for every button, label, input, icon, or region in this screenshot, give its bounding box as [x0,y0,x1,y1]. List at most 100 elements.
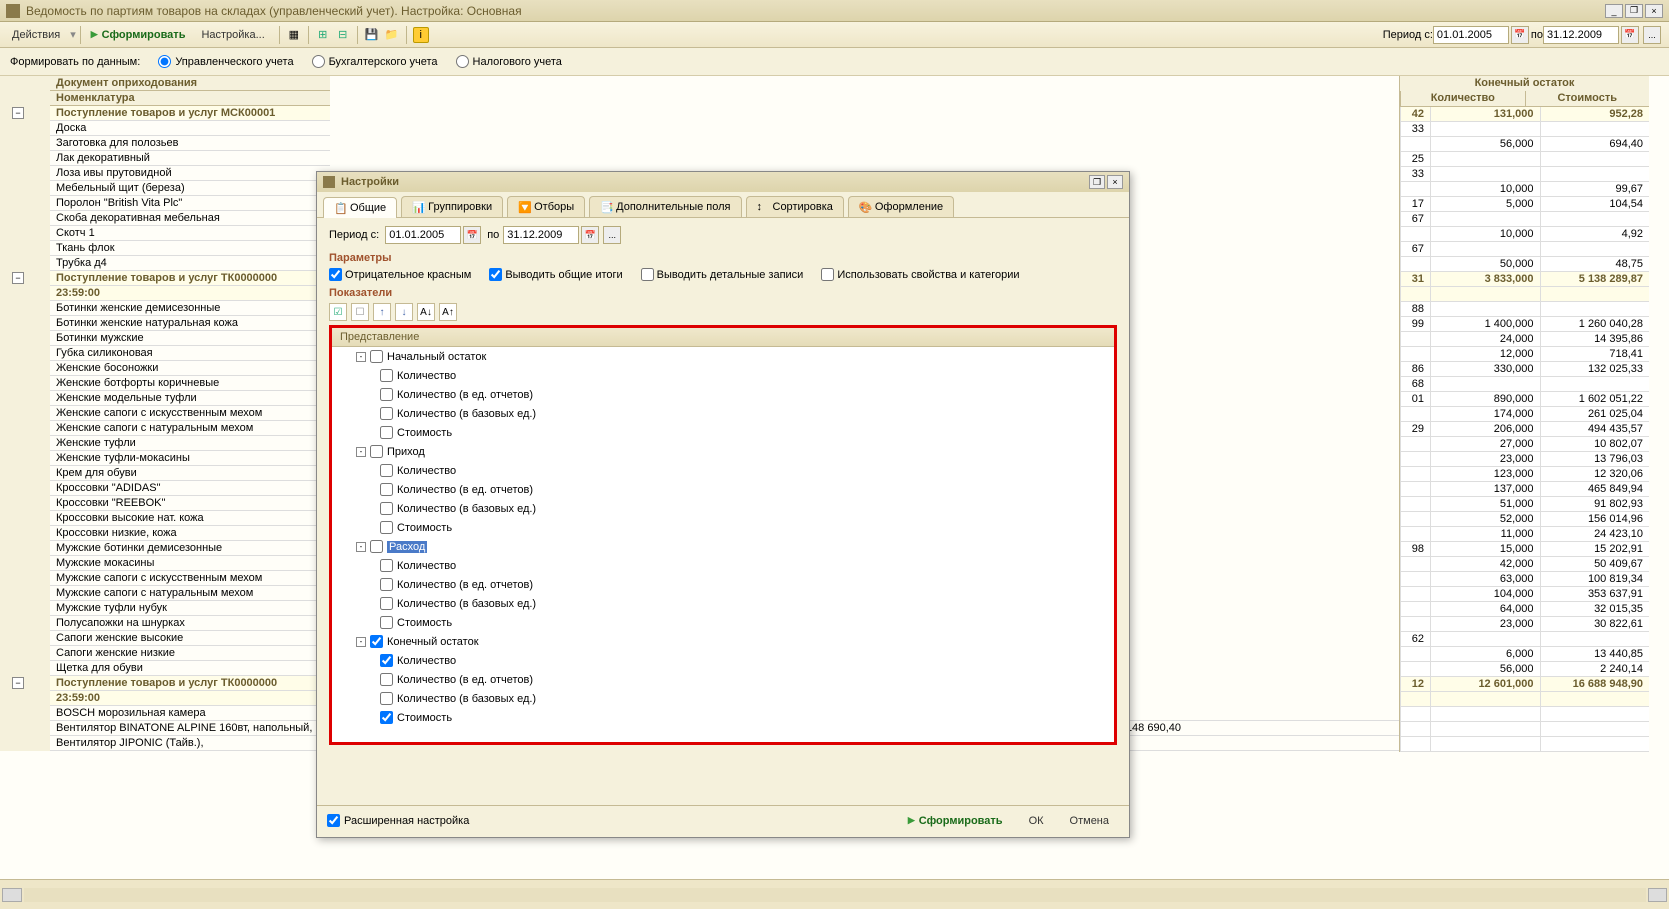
tree-checkbox[interactable] [380,559,393,572]
name-row[interactable]: Ботинки женские демисезонные [50,301,330,316]
name-row[interactable]: Доска [50,121,330,136]
advanced-checkbox[interactable]: Расширенная настройка [327,814,469,827]
tree-node-19[interactable]: Стоимость [332,708,1114,727]
tree-node-2[interactable]: Количество (в ед. отчетов) [332,385,1114,404]
param-1[interactable]: Выводить общие итоги [489,268,622,281]
name-row[interactable]: Ботинки мужские [50,331,330,346]
name-row[interactable]: Вентилятор BINATONE ALPINE 160вт, наполь… [50,721,330,736]
tree-toggle-icon[interactable]: - [356,352,366,362]
name-row[interactable]: Женские ботфорты коричневые [50,376,330,391]
period-ellipsis-button[interactable]: ... [1643,26,1661,44]
tab-4[interactable]: ↕Сортировка [746,196,844,217]
actions-menu[interactable]: Действия [6,27,66,43]
outline-toggle[interactable]: − [12,107,24,119]
scroll-left-icon[interactable] [2,888,22,902]
dialog-close-button[interactable]: × [1107,175,1123,189]
radio-tax[interactable]: Налогового учета [456,55,562,68]
tree-checkbox[interactable] [380,483,393,496]
param-3[interactable]: Использовать свойства и категории [821,268,1019,281]
name-row[interactable]: Поступление товаров и услуг ТК0000000 [50,271,330,286]
dialog-cancel-button[interactable]: Отмена [1060,813,1119,829]
tree-node-3[interactable]: Количество (в базовых ед.) [332,404,1114,423]
tree-checkbox[interactable] [380,654,393,667]
name-row[interactable]: Скотч 1 [50,226,330,241]
tree-checkbox[interactable] [380,711,393,724]
move-up-icon[interactable]: ↑ [373,303,391,321]
tree-checkbox[interactable] [380,597,393,610]
tree-checkbox[interactable] [370,445,383,458]
tree-checkbox[interactable] [380,578,393,591]
tree-node-18[interactable]: Количество (в базовых ед.) [332,689,1114,708]
name-row[interactable]: Сапоги женские низкие [50,646,330,661]
tree-checkbox[interactable] [380,502,393,515]
tree-node-11[interactable]: Количество [332,556,1114,575]
name-row[interactable]: Поролон "British Vita Plc" [50,196,330,211]
name-row[interactable]: Лак декоративный [50,151,330,166]
dialog-form-button[interactable]: Сформировать [898,813,1013,829]
uncheck-all-icon[interactable]: ☐ [351,303,369,321]
date-to-input[interactable] [1543,26,1619,44]
name-row[interactable]: Мужские мокасины [50,556,330,571]
name-row[interactable]: Женские туфли [50,436,330,451]
radio-accounting[interactable]: Бухгалтерского учета [312,55,438,68]
date-from-input[interactable] [1433,26,1509,44]
tree-toggle-icon[interactable]: - [356,542,366,552]
name-row[interactable]: Заготовка для полозьев [50,136,330,151]
tree-node-8[interactable]: Количество (в базовых ед.) [332,499,1114,518]
dialog-date-from[interactable] [385,226,461,244]
name-row[interactable]: Мебельный щит (береза) [50,181,330,196]
close-button[interactable]: × [1645,4,1663,18]
collapse-icon[interactable]: ⊟ [335,27,351,43]
name-row[interactable]: Мужские сапоги с искусственным мехом [50,571,330,586]
tree-node-4[interactable]: Стоимость [332,423,1114,442]
param-0[interactable]: Отрицательное красным [329,268,471,281]
name-row[interactable]: Кроссовки "REEBOK" [50,496,330,511]
tree-node-1[interactable]: Количество [332,366,1114,385]
name-row[interactable]: Женские сапоги с искусственным мехом [50,406,330,421]
tree-toggle-icon[interactable]: - [356,447,366,457]
dialog-restore-button[interactable]: ❐ [1089,175,1105,189]
outline-toggle[interactable]: − [12,272,24,284]
outline-toggle[interactable]: − [12,677,24,689]
sort-desc-icon[interactable]: A↑ [439,303,457,321]
name-row[interactable]: Щетка для обуви [50,661,330,676]
calendar-to-button[interactable]: 📅 [1621,26,1639,44]
name-row[interactable]: BOSCH морозильная камера [50,706,330,721]
dialog-cal-from[interactable]: 📅 [463,226,481,244]
name-row[interactable]: Трубка д4 [50,256,330,271]
tab-0[interactable]: 📋Общие [323,197,397,218]
form-button[interactable]: Сформировать [85,27,192,43]
name-row[interactable]: Губка силиконовая [50,346,330,361]
calendar-from-button[interactable]: 📅 [1511,26,1529,44]
tree-node-12[interactable]: Количество (в ед. отчетов) [332,575,1114,594]
scroll-right-icon[interactable] [1648,888,1668,902]
tab-2[interactable]: 🔽Отборы [507,196,585,217]
tree-node-10[interactable]: -Расход [332,537,1114,556]
name-row[interactable]: Скоба декоративная мебельная [50,211,330,226]
tree-checkbox[interactable] [380,673,393,686]
tree-node-13[interactable]: Количество (в базовых ед.) [332,594,1114,613]
tree-checkbox[interactable] [380,464,393,477]
name-row[interactable]: Кроссовки высокие нат. кожа [50,511,330,526]
name-row[interactable]: Женские туфли-мокасины [50,451,330,466]
name-row[interactable]: Ткань флок [50,241,330,256]
tree-node-17[interactable]: Количество (в ед. отчетов) [332,670,1114,689]
name-row[interactable]: Кроссовки низкие, кожа [50,526,330,541]
name-row[interactable]: Ботинки женские натуральная кожа [50,316,330,331]
tree-node-7[interactable]: Количество (в ед. отчетов) [332,480,1114,499]
param-2[interactable]: Выводить детальные записи [641,268,804,281]
name-row[interactable]: Мужские ботинки демисезонные [50,541,330,556]
horizontal-scrollbar[interactable] [24,888,1646,902]
name-row[interactable]: Поступление товаров и услуг ТК0000000 [50,676,330,691]
tab-5[interactable]: 🎨Оформление [848,196,954,217]
tree-checkbox[interactable] [380,426,393,439]
tree-checkbox[interactable] [380,369,393,382]
dialog-date-to[interactable] [503,226,579,244]
tree-node-9[interactable]: Стоимость [332,518,1114,537]
tree-checkbox[interactable] [370,350,383,363]
tab-3[interactable]: 📑Дополнительные поля [589,196,741,217]
settings-button[interactable]: Настройка... [195,27,270,43]
tree-checkbox[interactable] [380,692,393,705]
tree-checkbox[interactable] [370,635,383,648]
name-row[interactable]: Полусапожки на шнурках [50,616,330,631]
